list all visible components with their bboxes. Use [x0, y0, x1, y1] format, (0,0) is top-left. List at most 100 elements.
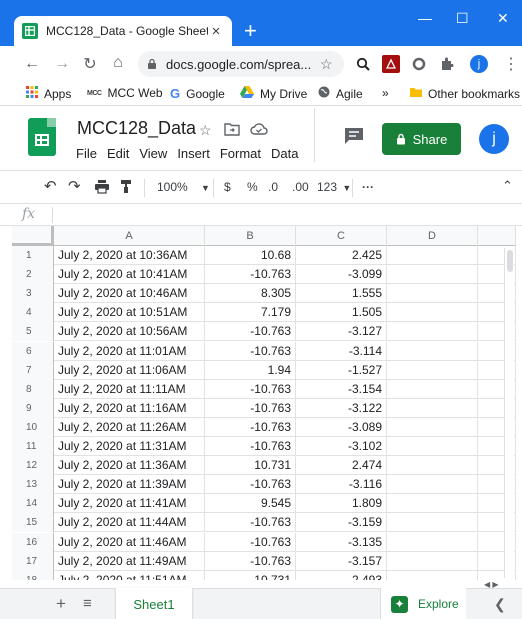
- cell-value-c[interactable]: -3.114: [296, 341, 387, 361]
- minimize-window-icon[interactable]: —: [418, 10, 432, 26]
- cell-timestamp[interactable]: July 2, 2020 at 10:36AM: [54, 246, 205, 265]
- menu-file[interactable]: File: [76, 146, 97, 161]
- zoom-select[interactable]: 100% ▼: [157, 180, 210, 194]
- puzzle-extensions-icon[interactable]: [438, 55, 456, 73]
- cell-value-c[interactable]: 2.493: [296, 570, 387, 580]
- cell-timestamp[interactable]: July 2, 2020 at 10:46AM: [54, 284, 205, 304]
- cell-value-b[interactable]: -10.763: [205, 417, 296, 437]
- cell-timestamp[interactable]: July 2, 2020 at 11:46AM: [54, 532, 205, 552]
- cell-value-c[interactable]: -1.527: [296, 360, 387, 380]
- row-header[interactable]: 11: [12, 437, 54, 456]
- browser-profile-avatar[interactable]: j: [470, 55, 488, 73]
- cell-empty-d[interactable]: [387, 551, 478, 571]
- cell-timestamp[interactable]: July 2, 2020 at 11:16AM: [54, 398, 205, 418]
- menu-format[interactable]: Format: [220, 146, 261, 161]
- cell-empty-d[interactable]: [387, 417, 478, 437]
- share-button[interactable]: Share: [382, 123, 461, 155]
- menu-edit[interactable]: Edit: [107, 146, 129, 161]
- more-formats-select[interactable]: 123 ▼: [317, 180, 351, 194]
- cell-value-c[interactable]: 1.809: [296, 494, 387, 514]
- address-bar[interactable]: docs.google.com/sprea...: [138, 51, 344, 77]
- bookmark-my-drive[interactable]: My Drive: [240, 86, 307, 101]
- redo-icon[interactable]: ↷: [68, 177, 81, 195]
- cell-timestamp[interactable]: July 2, 2020 at 11:51AM: [54, 570, 205, 580]
- bookmark-google[interactable]: G Google: [170, 86, 225, 101]
- select-all-corner[interactable]: [12, 226, 54, 246]
- side-panel-chevron-left-icon[interactable]: ❮: [494, 596, 506, 613]
- cell-value-c[interactable]: -3.157: [296, 551, 387, 571]
- browser-tab[interactable]: MCC128_Data - Google Sheets ×: [14, 16, 232, 46]
- cell-timestamp[interactable]: July 2, 2020 at 10:56AM: [54, 322, 205, 342]
- cell-timestamp[interactable]: July 2, 2020 at 11:26AM: [54, 417, 205, 437]
- format-percent-button[interactable]: %: [247, 180, 258, 194]
- cell-value-b[interactable]: -10.763: [205, 532, 296, 552]
- cell-empty-d[interactable]: [387, 303, 478, 323]
- cell-value-c[interactable]: -3.099: [296, 265, 387, 285]
- back-arrow-icon[interactable]: ←: [18, 55, 46, 73]
- row-header[interactable]: 9: [12, 398, 54, 418]
- column-header-a[interactable]: A: [54, 226, 205, 246]
- row-header[interactable]: 3: [12, 284, 54, 304]
- cell-value-b[interactable]: 9.545: [205, 494, 296, 514]
- column-header-c[interactable]: C: [296, 226, 387, 246]
- cell-value-b[interactable]: -10.763: [205, 437, 296, 456]
- cell-value-c[interactable]: -3.159: [296, 513, 387, 533]
- cloud-status-icon[interactable]: [250, 122, 268, 139]
- new-tab-button[interactable]: +: [244, 20, 257, 42]
- cell-empty-d[interactable]: [387, 322, 478, 342]
- decrease-decimal-button[interactable]: .0: [268, 180, 278, 194]
- row-header[interactable]: 13: [12, 475, 54, 495]
- cell-timestamp[interactable]: July 2, 2020 at 11:31AM: [54, 437, 205, 456]
- cell-value-c[interactable]: -3.116: [296, 475, 387, 495]
- column-header-b[interactable]: B: [205, 226, 296, 246]
- row-header[interactable]: 15: [12, 513, 54, 533]
- row-header[interactable]: 2: [12, 265, 54, 285]
- bookmark-mcc-web[interactable]: MCC MCC Web: [87, 86, 163, 100]
- bookmark-agile[interactable]: Agile: [318, 86, 363, 101]
- row-header[interactable]: 14: [12, 494, 54, 514]
- cell-timestamp[interactable]: July 2, 2020 at 11:01AM: [54, 341, 205, 361]
- maximize-window-icon[interactable]: ☐: [456, 10, 469, 27]
- cell-value-c[interactable]: -3.154: [296, 379, 387, 399]
- menu-insert[interactable]: Insert: [177, 146, 210, 161]
- cell-value-b[interactable]: -10.763: [205, 398, 296, 418]
- cell-empty-d[interactable]: [387, 360, 478, 380]
- cell-value-c[interactable]: -3.135: [296, 532, 387, 552]
- account-avatar[interactable]: j: [479, 124, 509, 154]
- cell-value-c[interactable]: -3.122: [296, 398, 387, 418]
- bookmark-star-icon[interactable]: ☆: [320, 56, 333, 73]
- formula-input[interactable]: [58, 204, 518, 225]
- add-sheet-button[interactable]: +: [56, 594, 66, 614]
- browser-menu-icon[interactable]: ⋮: [503, 54, 519, 74]
- cell-value-b[interactable]: -10.763: [205, 322, 296, 342]
- cell-empty-d[interactable]: [387, 570, 478, 580]
- row-header[interactable]: 4: [12, 303, 54, 323]
- bookmarks-overflow-chevron[interactable]: »: [382, 86, 389, 100]
- cell-timestamp[interactable]: July 2, 2020 at 11:41AM: [54, 494, 205, 514]
- paint-format-icon[interactable]: [120, 179, 132, 197]
- search-extension-icon[interactable]: [354, 55, 372, 73]
- forward-arrow-icon[interactable]: →: [48, 55, 76, 73]
- comment-history-icon[interactable]: [344, 127, 364, 145]
- row-header[interactable]: 6: [12, 341, 54, 361]
- undo-icon[interactable]: ↶: [44, 177, 57, 195]
- row-header[interactable]: 12: [12, 456, 54, 476]
- row-header[interactable]: 16: [12, 532, 54, 552]
- tab-close-icon[interactable]: ×: [208, 23, 224, 40]
- cell-value-c[interactable]: -3.089: [296, 417, 387, 437]
- cell-value-c[interactable]: -3.127: [296, 322, 387, 342]
- cell-value-b[interactable]: 1.94: [205, 360, 296, 380]
- cell-empty-d[interactable]: [387, 532, 478, 552]
- cell-value-c[interactable]: -3.102: [296, 437, 387, 456]
- cell-timestamp[interactable]: July 2, 2020 at 11:44AM: [54, 513, 205, 533]
- document-title[interactable]: MCC128_Data: [77, 118, 196, 139]
- cell-value-b[interactable]: 7.179: [205, 303, 296, 323]
- row-header[interactable]: 8: [12, 379, 54, 399]
- cell-value-c[interactable]: 2.425: [296, 246, 387, 265]
- cell-value-b[interactable]: -10.763: [205, 551, 296, 571]
- cell-value-c[interactable]: 1.505: [296, 303, 387, 323]
- increase-decimal-button[interactable]: .00: [292, 180, 309, 194]
- cell-value-b[interactable]: -10.763: [205, 475, 296, 495]
- move-to-folder-icon[interactable]: [224, 122, 240, 139]
- vertical-scrollbar[interactable]: [504, 248, 514, 578]
